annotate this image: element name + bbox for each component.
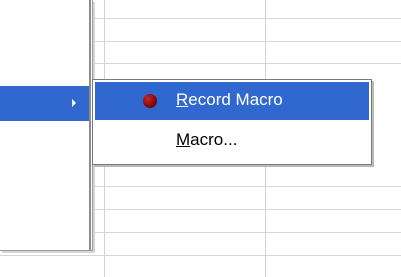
grid-row-line [92, 186, 401, 187]
record-dot-icon [143, 94, 157, 108]
grid-row-line [92, 209, 401, 210]
macro-label-rest: acro... [190, 130, 238, 149]
grid-row-line [92, 18, 401, 19]
menu-border [89, 0, 91, 250]
submenu-arrow-icon [72, 99, 76, 107]
grid-row-line [92, 232, 401, 233]
macro-label: Macro... [176, 130, 237, 150]
record-macro-menu-item[interactable]: Record Macro [95, 82, 369, 120]
record-macro-label-rest: ecord Macro [188, 90, 283, 109]
parent-menu-item-macro[interactable] [0, 86, 91, 121]
macro-menu-item[interactable]: Macro... [95, 122, 369, 160]
macro-mnemonic: M [176, 130, 191, 149]
record-macro-label: Record Macro [176, 90, 283, 110]
grid-row-line [0, 255, 401, 256]
macro-submenu: Record Macro Macro... [92, 79, 372, 165]
parent-menu [0, 0, 93, 251]
record-macro-mnemonic: R [176, 90, 189, 109]
grid-row-line [92, 63, 401, 64]
grid-row-line [92, 41, 401, 42]
